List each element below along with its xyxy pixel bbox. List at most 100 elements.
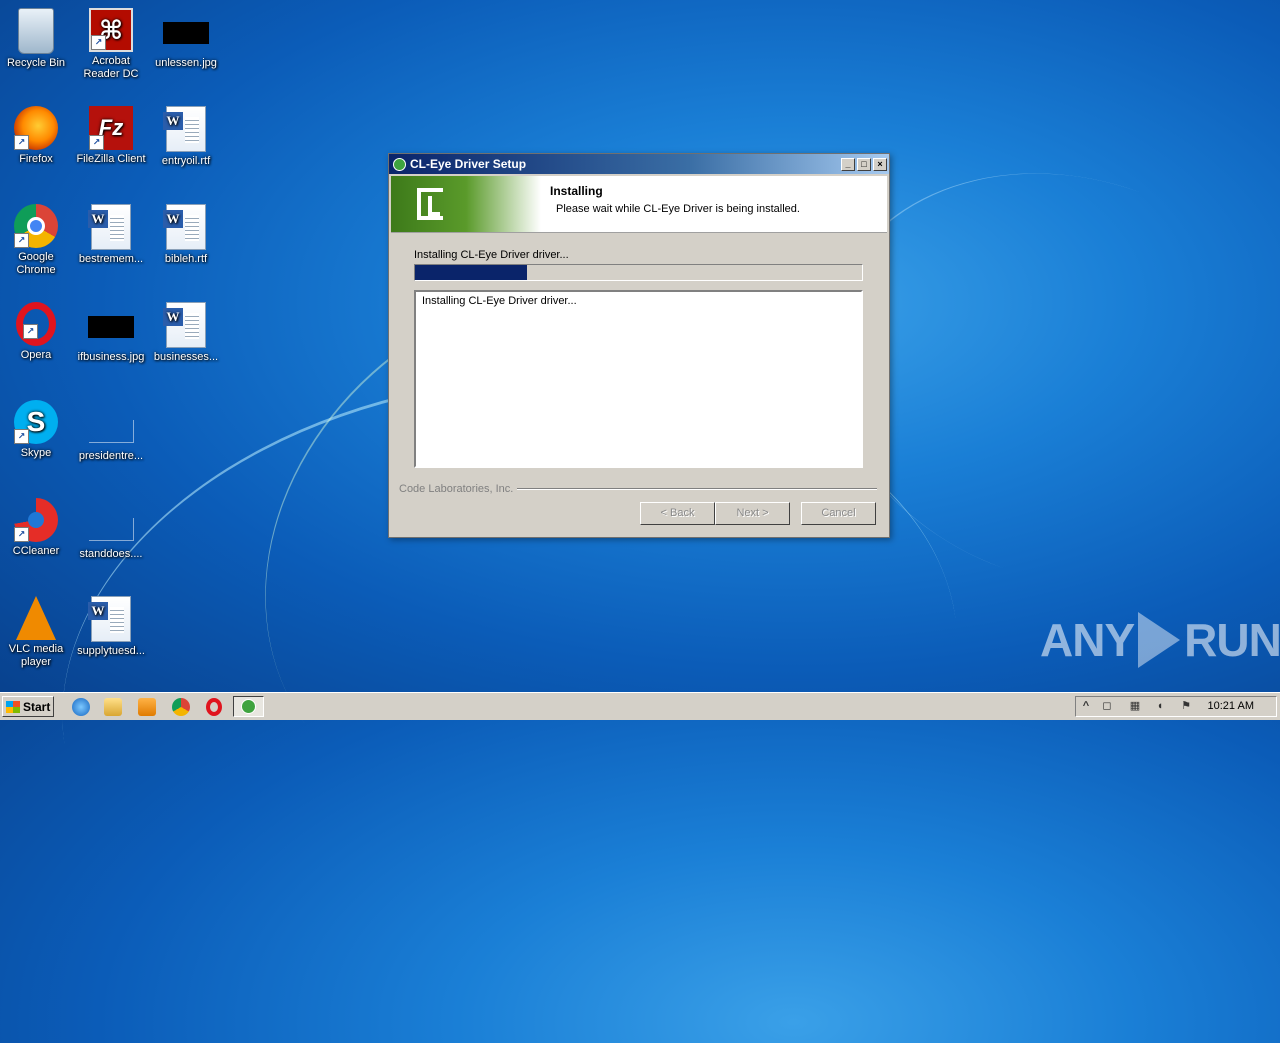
shortcut-arrow-icon: ↗: [14, 429, 29, 444]
desktop-icon-label: Opera: [20, 349, 52, 361]
desktop-icon-label: bestremem...: [78, 253, 144, 265]
branding-divider: [517, 488, 877, 490]
dialog-header: Installing Please wait while CL-Eye Driv…: [391, 176, 887, 233]
dialog-titlebar[interactable]: CL-Eye Driver Setup _ □ ×: [389, 154, 889, 174]
next-button[interactable]: Next >: [715, 502, 790, 525]
branding: Code Laboratories, Inc.: [399, 483, 877, 495]
details-log[interactable]: Installing CL-Eye Driver driver...: [414, 290, 863, 468]
desktop-icon-label: ifbusiness.jpg: [77, 351, 145, 363]
taskbar-item-setup[interactable]: [233, 696, 264, 717]
word-document-icon: W: [163, 106, 206, 152]
word-document-icon: W: [88, 204, 131, 250]
network-icon[interactable]: ▦: [1128, 700, 1142, 713]
taskbar: Start ^ ◻ ▦ ◖ ⚑ 10:21 AM: [0, 692, 1280, 720]
desktop-icon-label: CCleaner: [12, 545, 60, 557]
desktop-icon-label: unlessen.jpg: [155, 57, 217, 69]
volume-icon[interactable]: ◖: [1153, 700, 1167, 713]
desktop-icon-label: standdoes....: [79, 548, 143, 560]
header-banner: [391, 176, 541, 232]
flag-icon[interactable]: ⚑: [1179, 700, 1193, 713]
desktop-icon-label: Recycle Bin: [6, 57, 66, 69]
cancel-button[interactable]: Cancel: [801, 502, 876, 525]
word-document-icon: W: [88, 596, 131, 642]
desktop-icon-filezilla[interactable]: Fz ↗ FileZilla Client: [75, 106, 147, 166]
desktop-icon-chrome[interactable]: ↗ Google Chrome: [0, 204, 72, 277]
desktop-icon-label: Acrobat Reader DC: [83, 55, 139, 80]
desktop-icon-firefox[interactable]: ↗ Firefox: [0, 106, 72, 166]
blank-file-icon: [88, 518, 134, 541]
file-explorer-icon[interactable]: [104, 698, 122, 716]
cl-logo-icon: [417, 188, 443, 220]
shortcut-arrow-icon: ↗: [89, 135, 104, 150]
desktop-icon-label: Skype: [20, 447, 52, 459]
desktop-icon-label: entryoil.rtf: [161, 155, 211, 167]
desktop-icon-label: bibleh.rtf: [164, 253, 208, 265]
desktop-icon-label: VLC media player: [8, 643, 64, 668]
maximize-button[interactable]: □: [857, 157, 871, 171]
system-tray: ^ ◻ ▦ ◖ ⚑ 10:21 AM: [1075, 696, 1277, 717]
desktop-icon-ccleaner[interactable]: ↗ CCleaner: [0, 498, 72, 558]
log-line: Installing CL-Eye Driver driver...: [422, 295, 577, 307]
word-document-icon: W: [163, 302, 206, 348]
image-file-icon: [88, 316, 134, 338]
start-button[interactable]: Start: [2, 696, 54, 717]
skype-icon: S ↗: [14, 400, 58, 444]
desktop-icon-supplytuesd[interactable]: W supplytuesd...: [75, 596, 147, 658]
desktop-icon-bibleh[interactable]: W bibleh.rtf: [150, 204, 222, 266]
action-center-icon[interactable]: ◻: [1100, 700, 1114, 713]
desktop-icon-businesses[interactable]: W businesses...: [150, 302, 222, 364]
minimize-button[interactable]: _: [841, 157, 855, 171]
shortcut-arrow-icon: ↗: [23, 324, 38, 339]
firefox-icon: ↗: [14, 106, 58, 150]
header-title: Installing: [550, 184, 603, 198]
image-file-icon: [163, 22, 209, 44]
media-player-icon[interactable]: [138, 698, 156, 716]
chrome-icon: ↗: [14, 204, 58, 248]
installer-app-icon: [393, 157, 406, 171]
vlc-icon: [16, 596, 56, 640]
start-label: Start: [23, 699, 51, 714]
desktop-icon-presidentre[interactable]: presidentre...: [75, 400, 147, 463]
desktop-icon-ifbusiness[interactable]: ifbusiness.jpg: [75, 302, 147, 364]
watermark-right: RUN: [1184, 614, 1280, 666]
desktop-icon-bestremem[interactable]: W bestremem...: [75, 204, 147, 266]
blank-file-icon: [88, 420, 134, 443]
back-button[interactable]: < Back: [640, 502, 715, 525]
show-hidden-icons-icon[interactable]: ^: [1079, 700, 1093, 713]
chrome-taskbar-icon[interactable]: [172, 698, 190, 716]
desktop-icon-standdoes[interactable]: standdoes....: [75, 498, 147, 561]
dialog-title: CL-Eye Driver Setup: [410, 157, 527, 171]
recycle-bin-icon: [18, 8, 54, 54]
desktop-icon-label: businesses...: [153, 351, 219, 363]
header-subtitle: Please wait while CL-Eye Driver is being…: [556, 203, 800, 215]
setup-dialog: CL-Eye Driver Setup _ □ × Installing Ple…: [388, 153, 890, 538]
opera-icon: ↗: [16, 302, 56, 346]
desktop-icon-label: presidentre...: [78, 450, 144, 462]
shortcut-arrow-icon: ↗: [14, 233, 29, 248]
ccleaner-icon: ↗: [14, 498, 58, 542]
clock[interactable]: 10:21 AM: [1208, 700, 1254, 712]
desktop-icon-acrobat[interactable]: ⌘ ↗ Acrobat Reader DC: [75, 8, 147, 81]
opera-taskbar-icon[interactable]: [206, 698, 222, 716]
desktop-icon-vlc[interactable]: VLC media player: [0, 596, 72, 669]
desktop-icon-opera[interactable]: ↗ Opera: [0, 302, 72, 362]
filezilla-icon: Fz ↗: [89, 106, 133, 150]
desktop-icon-skype[interactable]: S ↗ Skype: [0, 400, 72, 460]
shortcut-arrow-icon: ↗: [91, 35, 106, 50]
close-button[interactable]: ×: [873, 157, 887, 171]
progress-bar-fill: [415, 265, 527, 280]
watermark: ANY RUN: [1040, 612, 1280, 668]
word-document-icon: W: [163, 204, 206, 250]
acrobat-icon: ⌘ ↗: [89, 8, 133, 52]
desktop-icon-label: supplytuesd...: [77, 645, 145, 657]
internet-explorer-icon[interactable]: [72, 698, 90, 716]
desktop-icon-unlessen[interactable]: unlessen.jpg: [150, 8, 222, 70]
status-text: Installing CL-Eye Driver driver...: [414, 249, 569, 261]
desktop-icon-label: Google Chrome: [16, 251, 56, 276]
desktop-icon-label: FileZilla Client: [76, 153, 146, 165]
progress-bar: [414, 264, 863, 281]
desktop-icon-entryoil[interactable]: W entryoil.rtf: [150, 106, 222, 168]
watermark-left: ANY: [1040, 614, 1135, 666]
desktop-icon-recycle-bin[interactable]: Recycle Bin: [0, 8, 72, 70]
desktop-icon-label: Firefox: [19, 153, 53, 165]
